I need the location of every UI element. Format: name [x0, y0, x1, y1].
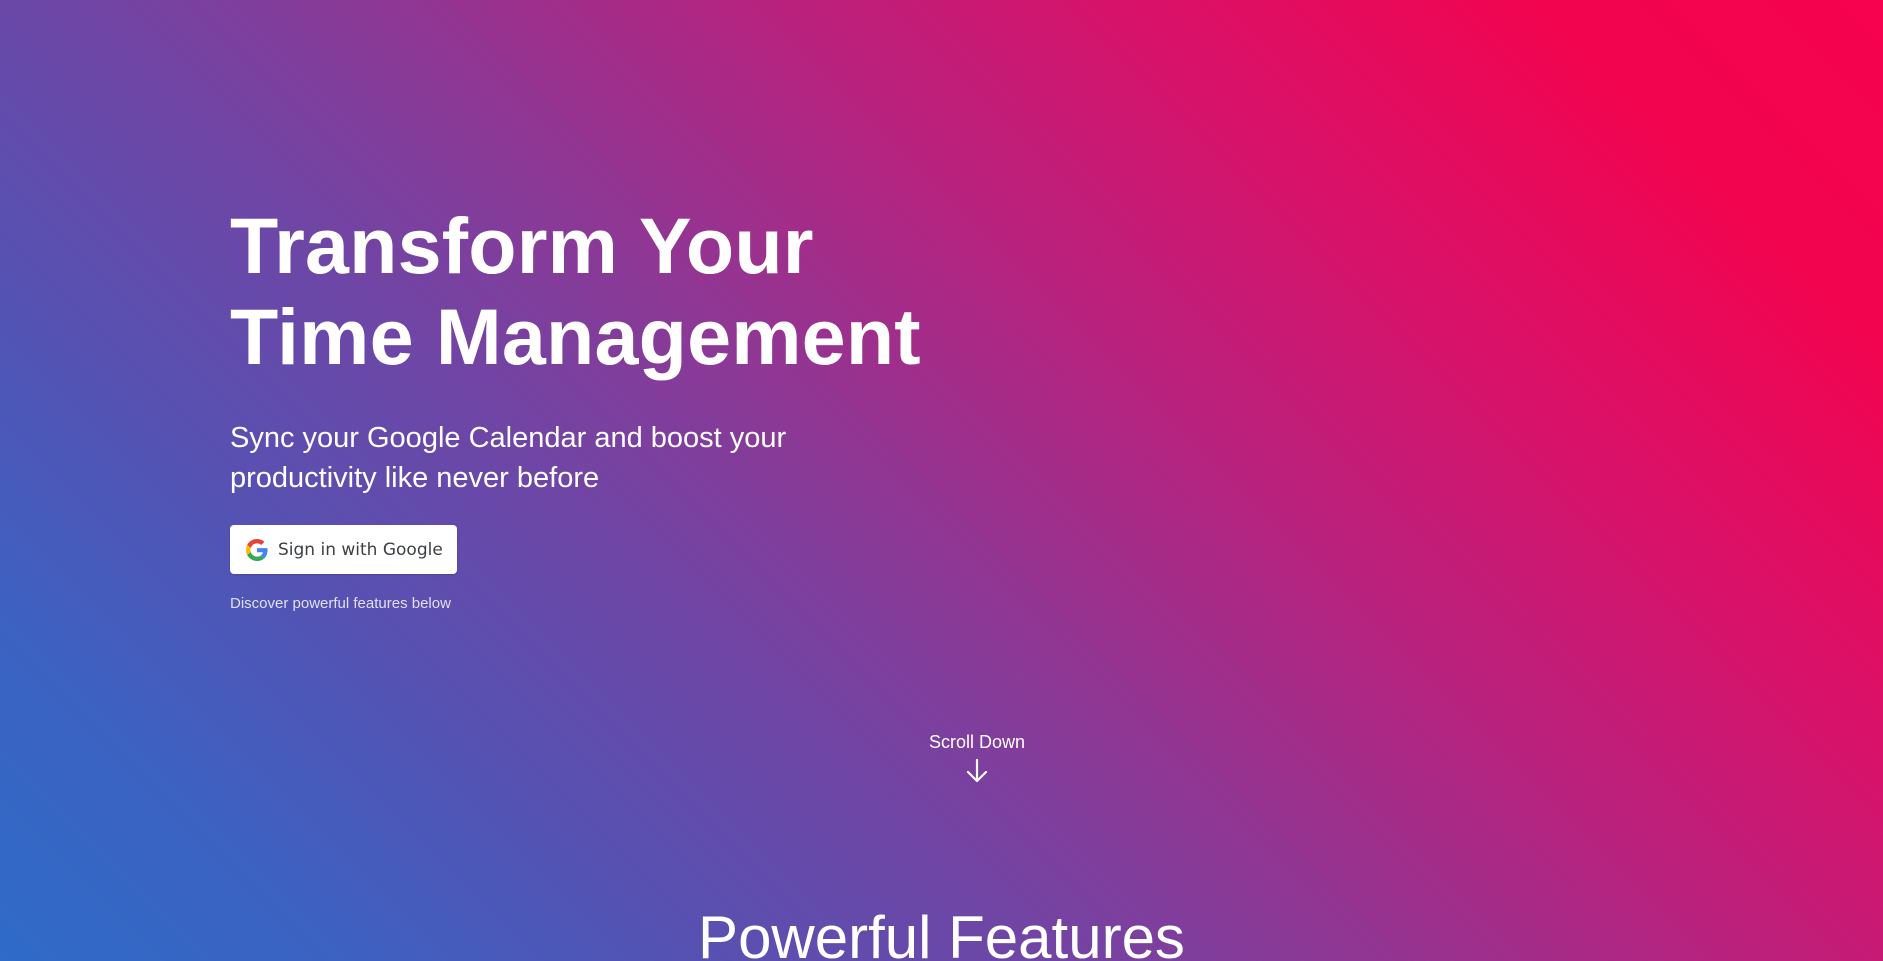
sign-in-label: Sign in with Google	[278, 539, 443, 560]
hero-subtitle: Sync your Google Calendar and boost your…	[230, 422, 787, 494]
hero-title: Transform Your Time Management	[230, 200, 930, 382]
google-g-icon	[245, 538, 269, 562]
discover-features-text: Discover powerful features below	[230, 595, 451, 612]
hero-title-line-1: Transform Your	[230, 201, 814, 290]
landing-page: Transform Your Time Management Sync your…	[0, 0, 1883, 961]
hero-section: Transform Your Time Management Sync your…	[230, 200, 930, 498]
features-heading: Powerful Features	[698, 904, 1185, 961]
hero-title-line-2: Time Management	[230, 292, 921, 381]
arrow-down-icon	[965, 758, 989, 784]
scroll-down-link[interactable]: Scroll Down	[900, 730, 1054, 784]
sign-in-with-google-button[interactable]: Sign in with Google	[230, 525, 457, 574]
scroll-down-label: Scroll Down	[928, 732, 1026, 752]
